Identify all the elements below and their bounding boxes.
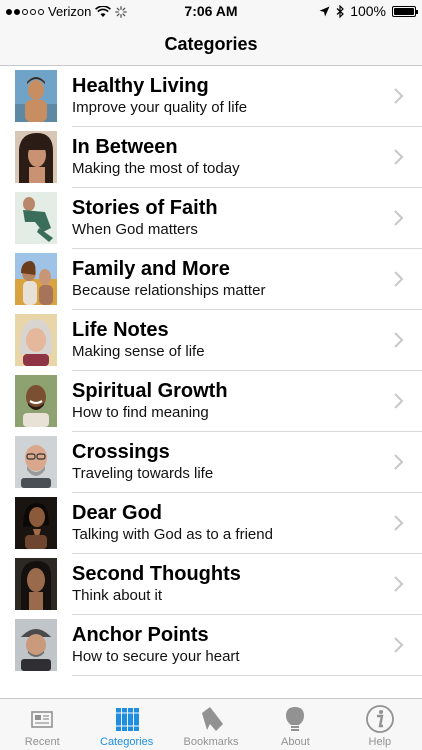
category-subtitle: Traveling towards life bbox=[72, 465, 214, 482]
status-right: 100% bbox=[319, 3, 418, 19]
page-title: Categories bbox=[164, 34, 258, 54]
chevron-right-icon bbox=[394, 332, 404, 348]
category-title: In Between bbox=[72, 136, 178, 158]
tab-help[interactable]: Help bbox=[338, 699, 422, 750]
tab-label: Bookmarks bbox=[183, 736, 239, 748]
category-subtitle: How to secure your heart bbox=[72, 648, 240, 665]
category-subtitle: Think about it bbox=[72, 587, 163, 604]
battery-icon bbox=[392, 5, 418, 17]
avatar bbox=[15, 497, 57, 549]
tab-bar: Recent Categories Bookmarks About Help bbox=[0, 698, 422, 750]
status-bar: Verizon 7:06 AM 100% bbox=[0, 0, 422, 22]
chevron-right-icon bbox=[394, 210, 404, 226]
tab-recent[interactable]: Recent bbox=[0, 699, 84, 750]
chevron-right-icon bbox=[394, 88, 404, 104]
tab-label: Help bbox=[368, 736, 392, 748]
books-icon bbox=[115, 708, 139, 731]
chevron-right-icon bbox=[394, 515, 404, 531]
tab-label: Categories bbox=[100, 736, 154, 748]
avatar bbox=[15, 558, 57, 610]
info-icon bbox=[365, 705, 394, 733]
tab-categories[interactable]: Categories bbox=[84, 699, 168, 750]
newspaper-icon bbox=[31, 711, 54, 728]
category-subtitle: Talking with God as to a friend bbox=[72, 526, 273, 543]
category-subtitle: How to find meaning bbox=[72, 404, 209, 421]
category-title: Family and More bbox=[72, 258, 230, 280]
category-subtitle: Making sense of life bbox=[72, 343, 205, 360]
chevron-right-icon bbox=[394, 149, 404, 165]
battery-percent: 100% bbox=[350, 3, 386, 19]
avatar bbox=[15, 70, 57, 122]
category-title: Second Thoughts bbox=[72, 563, 241, 585]
category-row-family-and-more[interactable]: Family and More Because relationships ma… bbox=[0, 249, 422, 310]
category-row-crossings[interactable]: Crossings Traveling towards life bbox=[0, 432, 422, 493]
category-row-second-thoughts[interactable]: Second Thoughts Think about it bbox=[0, 554, 422, 615]
avatar bbox=[15, 436, 57, 488]
category-title: Spiritual Growth bbox=[72, 380, 228, 402]
category-row-spiritual-growth[interactable]: Spiritual Growth How to find meaning bbox=[0, 371, 422, 432]
avatar bbox=[15, 253, 57, 305]
category-row-dear-god[interactable]: Dear God Talking with God as to a friend bbox=[0, 493, 422, 554]
location-arrow-icon bbox=[319, 6, 330, 16]
category-subtitle: When God matters bbox=[72, 221, 198, 238]
category-subtitle: Making the most of today bbox=[72, 160, 240, 177]
category-subtitle: Because relationships matter bbox=[72, 282, 266, 299]
category-title: Dear God bbox=[72, 502, 163, 524]
category-row-anchor-points[interactable]: Anchor Points How to secure your heart bbox=[0, 615, 422, 676]
chevron-right-icon bbox=[394, 393, 404, 409]
avatar bbox=[15, 375, 57, 427]
tab-label: About bbox=[281, 736, 310, 748]
bookmark-icon bbox=[202, 707, 224, 731]
tab-bookmarks[interactable]: Bookmarks bbox=[169, 699, 253, 750]
category-title: Crossings bbox=[72, 441, 170, 463]
navigation-bar: Categories bbox=[0, 22, 422, 66]
avatar bbox=[15, 314, 57, 366]
category-row-life-notes[interactable]: Life Notes Making sense of life bbox=[0, 310, 422, 371]
category-row-in-between[interactable]: In Between Making the most of today bbox=[0, 127, 422, 188]
category-row-stories-of-faith[interactable]: Stories of Faith When God matters bbox=[0, 188, 422, 249]
tab-about[interactable]: About bbox=[253, 699, 337, 750]
avatar bbox=[15, 131, 57, 183]
category-subtitle: Improve your quality of life bbox=[72, 99, 248, 116]
category-title: Stories of Faith bbox=[72, 197, 218, 219]
battery-fill bbox=[394, 7, 414, 15]
category-list: Healthy Living Improve your quality of l… bbox=[0, 66, 422, 698]
chevron-right-icon bbox=[394, 454, 404, 470]
chevron-right-icon bbox=[394, 637, 404, 653]
avatar bbox=[15, 619, 57, 671]
category-title: Healthy Living bbox=[72, 75, 209, 97]
lightbulb-icon bbox=[286, 707, 305, 731]
tab-label: Recent bbox=[24, 736, 60, 748]
avatar bbox=[15, 192, 57, 244]
chevron-right-icon bbox=[394, 576, 404, 592]
category-title: Anchor Points bbox=[72, 624, 209, 646]
category-title: Life Notes bbox=[72, 319, 169, 341]
chevron-right-icon bbox=[394, 271, 404, 287]
bluetooth-icon bbox=[336, 4, 345, 18]
category-row-healthy-living[interactable]: Healthy Living Improve your quality of l… bbox=[0, 66, 422, 127]
